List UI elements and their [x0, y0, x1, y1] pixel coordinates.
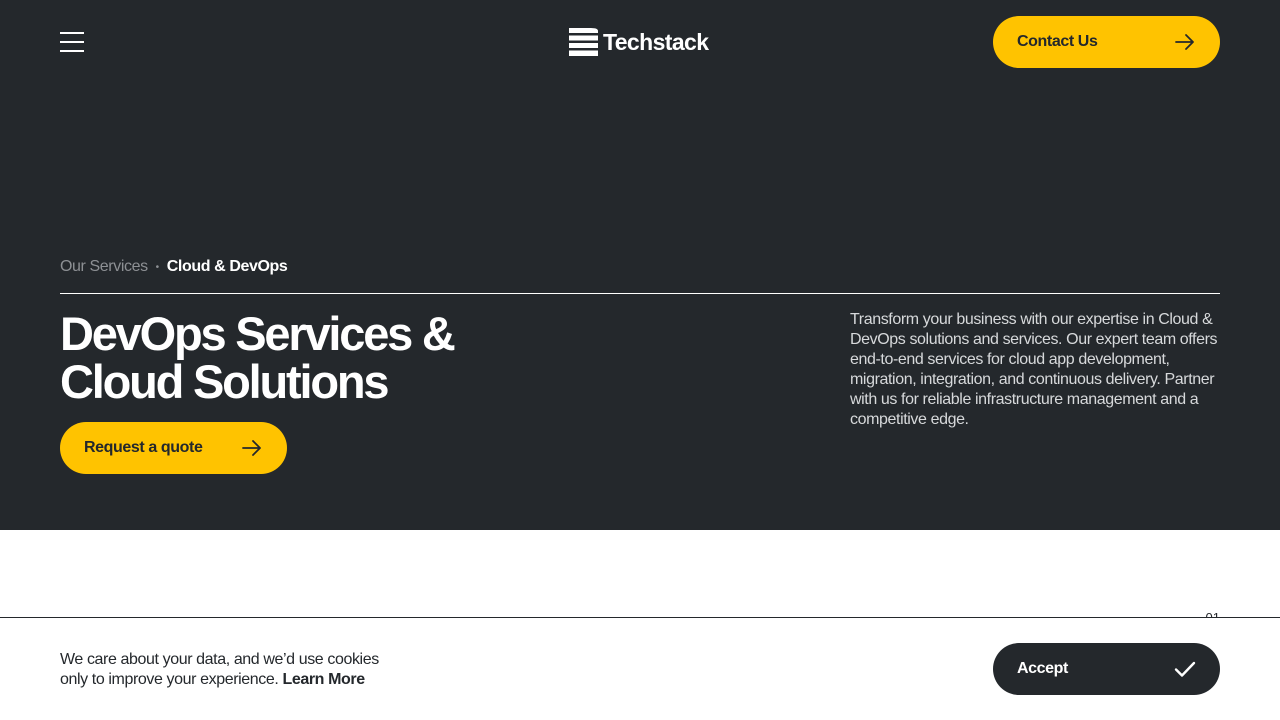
accept-cookies-button[interactable]: Accept — [993, 643, 1220, 695]
breadcrumb-item-our-services[interactable]: Our Services — [60, 258, 148, 276]
accept-label: Accept — [1017, 660, 1068, 677]
breadcrumb: Our Services • Cloud & DevOps — [60, 257, 288, 277]
cookie-banner: We care about your data, and we’d use co… — [0, 617, 1280, 720]
hero-divider — [60, 293, 1220, 294]
hero-description: Transform your business with our experti… — [850, 311, 1218, 428]
breadcrumb-item-current: Cloud & DevOps — [166, 258, 288, 275]
breadcrumb-separator: • — [155, 261, 160, 273]
contact-us-label: Contact Us — [1017, 33, 1098, 50]
contact-us-button[interactable]: Contact Us — [993, 16, 1220, 68]
page-title: DevOps Services & Cloud Solutions — [60, 307, 456, 408]
logo-text: Techstack — [603, 29, 709, 55]
logo-mark-icon — [569, 28, 598, 56]
arrow-right-icon — [1175, 34, 1194, 50]
checkmark-icon — [1174, 661, 1196, 677]
request-quote-label: Request a quote — [84, 439, 203, 456]
request-quote-button[interactable]: Request a quote — [60, 422, 287, 474]
hero-section: Techstack Contact Us Our Services • Clou… — [0, 0, 1280, 530]
hamburger-menu-icon[interactable] — [60, 32, 84, 52]
logo[interactable]: Techstack — [569, 28, 709, 56]
learn-more-link[interactable]: Learn More — [282, 671, 365, 688]
cookie-message: We care about your data, and we’d use co… — [60, 650, 400, 690]
arrow-right-icon — [242, 440, 261, 456]
